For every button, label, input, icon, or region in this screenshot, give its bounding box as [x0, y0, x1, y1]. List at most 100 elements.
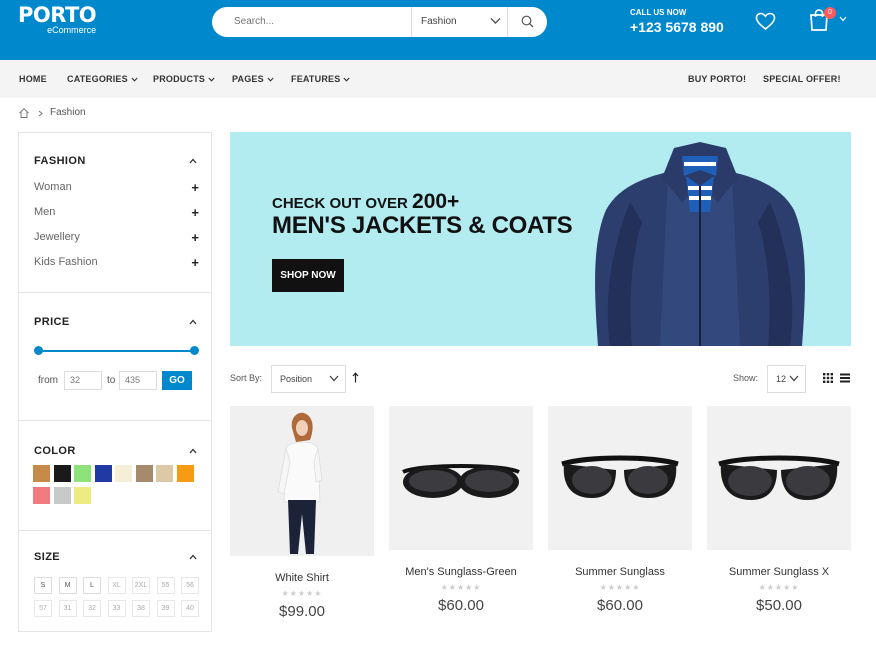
color-swatch[interactable]	[53, 487, 71, 504]
product-name-summer-sunglass[interactable]: Summer Sunglass	[548, 566, 692, 578]
product-name-white-shirt[interactable]: White Shirt	[230, 572, 374, 584]
size-option[interactable]: 32	[83, 600, 101, 617]
logo[interactable]: PORTO eCommerce	[18, 3, 97, 35]
color-swatch[interactable]	[135, 465, 153, 482]
chevron-up-icon[interactable]	[189, 554, 197, 560]
color-swatch[interactable]	[176, 465, 194, 482]
product-name-mens-sunglass-green[interactable]: Men's Sunglass-Green	[389, 566, 533, 578]
sort-select-value: Position	[280, 374, 313, 384]
phone-number[interactable]: +123 5678 890	[630, 18, 724, 36]
shop-now-button[interactable]: SHOP NOW	[272, 259, 344, 292]
cart-count-badge: 0	[824, 7, 836, 19]
size-option[interactable]: S	[34, 577, 52, 594]
chevron-up-icon[interactable]	[189, 158, 197, 164]
plus-icon[interactable]: +	[191, 255, 199, 270]
price-max-input[interactable]: 435	[119, 371, 157, 390]
chevron-down-icon	[343, 77, 351, 82]
chevron-down-icon	[490, 18, 501, 24]
nav-features-label: FEATURES	[291, 74, 341, 84]
color-swatch[interactable]	[33, 465, 50, 482]
size-option[interactable]: 31	[58, 600, 77, 617]
show-count-value: 12	[776, 374, 787, 384]
price-slider-min-handle[interactable]	[34, 346, 43, 355]
size-option[interactable]: 57	[34, 600, 52, 617]
search-bar: Fashion	[212, 7, 547, 37]
list-view-icon[interactable]	[840, 373, 850, 383]
product-price-summer-sunglass-x: $50.00	[756, 597, 802, 614]
size-option[interactable]: 38	[132, 600, 150, 617]
plus-icon[interactable]: +	[191, 180, 199, 195]
category-kids-fashion-label: Kids Fashion	[34, 256, 98, 268]
product-image-summer-sunglass[interactable]	[548, 406, 692, 550]
promo-banner[interactable]: CHECK OUT OVER 200+ MEN'S JACKETS & COAT…	[230, 132, 851, 346]
product-rating-stars: ★★★★★	[599, 583, 641, 592]
jacket-image	[595, 142, 805, 346]
size-option[interactable]: 56	[181, 577, 199, 594]
color-swatch[interactable]	[115, 465, 132, 482]
chevron-up-icon[interactable]	[189, 448, 197, 454]
chevron-down-icon	[131, 77, 138, 82]
color-swatch[interactable]	[74, 465, 91, 482]
nav-buy-porto[interactable]: BUY PORTO!	[688, 60, 746, 98]
wishlist-heart-icon[interactable]	[755, 12, 776, 31]
chevron-down-icon	[789, 375, 799, 382]
nav-categories[interactable]: CATEGORIES	[67, 60, 138, 98]
sort-direction-arrow-icon[interactable]	[352, 372, 359, 383]
category-jewellery[interactable]: Jewellery +	[34, 230, 199, 245]
color-swatch[interactable]	[156, 465, 173, 482]
banner-line1-number: 200+	[412, 190, 460, 213]
chevron-down-icon[interactable]	[839, 16, 847, 22]
category-men[interactable]: Men +	[34, 205, 199, 220]
nav-home[interactable]: HOME	[19, 60, 47, 98]
price-from-label: from	[38, 375, 58, 386]
category-woman[interactable]: Woman +	[34, 180, 199, 195]
price-to-label: to	[107, 375, 116, 386]
sunglasses-image	[389, 406, 533, 550]
search-input[interactable]	[234, 7, 404, 37]
color-swatch[interactable]	[94, 465, 112, 482]
nav-categories-label: CATEGORIES	[67, 74, 128, 84]
size-option[interactable]: 40	[181, 600, 199, 617]
sort-select[interactable]: Position	[271, 365, 346, 393]
plus-icon[interactable]: +	[191, 230, 199, 245]
fashion-title: FASHION	[34, 155, 86, 167]
logo-text: PORTO	[18, 3, 97, 27]
price-go-button[interactable]: GO	[162, 371, 192, 390]
color-swatch[interactable]	[53, 465, 71, 482]
nav-pages-label: PAGES	[232, 74, 264, 84]
size-option[interactable]: 2XL	[132, 577, 150, 594]
nav-features[interactable]: FEATURES	[291, 60, 351, 98]
nav-pages[interactable]: PAGES	[232, 60, 274, 98]
size-option[interactable]: L	[83, 577, 101, 594]
home-icon[interactable]	[18, 107, 30, 119]
size-option[interactable]: 39	[156, 600, 175, 617]
product-price-summer-sunglass: $60.00	[597, 597, 643, 614]
size-option[interactable]: XL	[107, 577, 126, 594]
nav-products[interactable]: PRODUCTS	[153, 60, 215, 98]
size-option[interactable]: 33	[107, 600, 126, 617]
price-slider-track[interactable]	[38, 350, 194, 352]
plus-icon[interactable]: +	[191, 205, 199, 220]
color-swatch[interactable]	[33, 487, 50, 504]
category-kids-fashion[interactable]: Kids Fashion +	[34, 255, 199, 270]
search-category-select[interactable]: Fashion	[411, 7, 508, 37]
search-icon	[521, 15, 534, 28]
color-swatch[interactable]	[74, 487, 91, 504]
price-min-input[interactable]: 32	[64, 371, 102, 390]
product-image-white-shirt[interactable]	[230, 406, 374, 556]
price-slider-max-handle[interactable]	[190, 346, 199, 355]
size-option[interactable]: 55	[156, 577, 175, 594]
grid-view-icon[interactable]	[823, 373, 833, 383]
call-us: CALL US NOW +123 5678 890	[630, 8, 724, 36]
size-option[interactable]: M	[58, 577, 77, 594]
product-name-summer-sunglass-x[interactable]: Summer Sunglass X	[707, 566, 851, 578]
product-price-mens-sunglass-green: $60.00	[438, 597, 484, 614]
product-image-mens-sunglass-green[interactable]	[389, 406, 533, 550]
show-count-select[interactable]: 12	[767, 365, 806, 393]
nav-special-offer[interactable]: SPECIAL OFFER!	[763, 60, 841, 98]
product-image-summer-sunglass-x[interactable]	[707, 406, 851, 550]
search-button[interactable]	[508, 7, 547, 37]
sunglasses-image	[707, 406, 851, 550]
sort-by-label: Sort By:	[230, 373, 263, 383]
chevron-up-icon[interactable]	[189, 319, 197, 325]
